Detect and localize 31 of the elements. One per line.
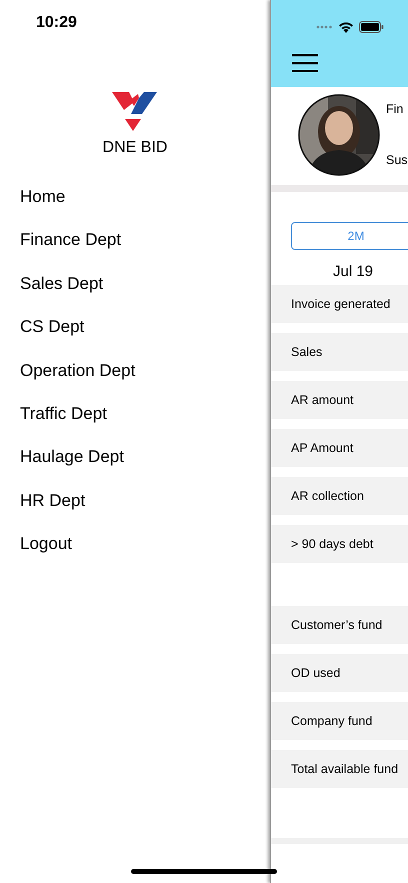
metric-row: AR amount [271, 381, 408, 419]
menu-item[interactable]: Logout [0, 534, 270, 578]
menu-item[interactable]: Haulage Dept [0, 447, 270, 491]
menu-item[interactable]: Operation Dept [0, 360, 270, 404]
signal-icon [316, 25, 333, 29]
logo-icon [112, 92, 158, 132]
metric-row: Company fund [271, 702, 408, 740]
battery-icon [359, 21, 384, 33]
date-label: Jul 19 [332, 263, 374, 282]
metric-row: Total available fund [271, 750, 408, 788]
menu-item[interactable]: Traffic Dept [0, 404, 270, 448]
brand-name: DNE BID [102, 139, 168, 157]
metric-row: AP Amount [271, 429, 408, 467]
menu-item[interactable]: Sales Dept [0, 274, 270, 318]
profile-text: Fin [386, 102, 404, 116]
metric-row: Sales [271, 333, 408, 371]
metric-row: AR collection [271, 477, 408, 515]
metric-row: Customer’s fund [271, 606, 408, 644]
status-time: 10:29 [35, 13, 78, 33]
metric-row: Invoice generated [271, 285, 408, 323]
period-button[interactable]: 2M [291, 222, 408, 250]
menu-icon [292, 54, 318, 72]
menu-item[interactable]: CS Dept [0, 317, 270, 361]
menu-button[interactable] [292, 54, 318, 72]
metric-row: > 90 days debt [271, 525, 408, 563]
profile-text: Sus [386, 153, 408, 167]
menu-item[interactable]: Finance Dept [0, 230, 270, 274]
menu-item[interactable]: Home [0, 187, 270, 230]
metric-row: OD used [271, 654, 408, 692]
wifi-icon [338, 21, 354, 33]
menu-item[interactable]: HR Dept [0, 490, 270, 534]
